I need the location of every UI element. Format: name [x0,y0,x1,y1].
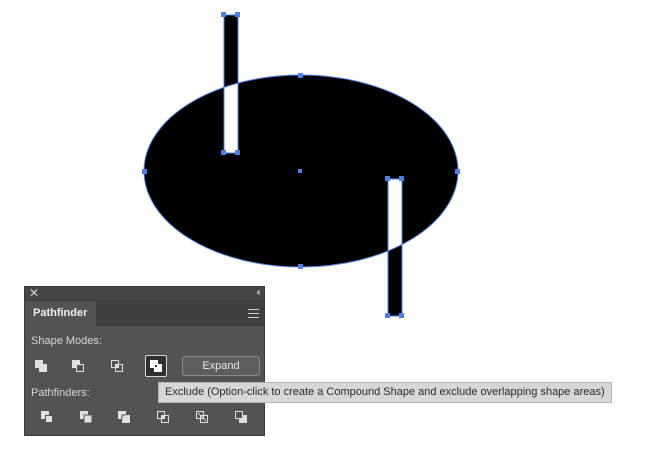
collapse-panel-icon[interactable]: ‹‹ [256,286,260,300]
minus-front-button[interactable] [67,355,89,377]
unite-icon [35,360,47,372]
intersect-icon [111,360,123,372]
outline-button[interactable] [191,406,213,428]
minus-front-icon [72,360,84,372]
pathfinder-panel: ✕ ‹‹ Pathfinder Shape Modes: Expand Path… [24,286,265,436]
compound-shape[interactable] [144,15,458,316]
exclude-button[interactable] [145,355,167,377]
shape-modes-label: Shape Modes: [31,335,102,347]
panel-menu-icon[interactable] [248,309,259,318]
close-icon[interactable]: ✕ [29,286,39,300]
crop-icon [157,411,169,423]
exclude-icon [150,360,162,372]
tab-pathfinder[interactable]: Pathfinder [25,301,96,326]
crop-button[interactable] [152,406,174,428]
panel-tab-strip: Pathfinder [25,301,264,326]
trim-button[interactable] [75,406,97,428]
merge-icon [118,411,130,423]
merge-button[interactable] [113,406,135,428]
minus-back-button[interactable] [230,406,252,428]
expand-button[interactable]: Expand [182,356,260,376]
divide-icon [41,411,53,423]
outline-icon [196,411,208,423]
pathfinders-label: Pathfinders: [31,387,90,399]
panel-titlebar[interactable]: ✕ ‹‹ [25,286,264,301]
unite-button[interactable] [30,355,52,377]
divide-button[interactable] [36,406,58,428]
minus-back-icon [235,411,247,423]
trim-icon [80,411,93,424]
exclude-tooltip: Exclude (Option-click to create a Compou… [158,382,612,403]
intersect-button[interactable] [106,355,128,377]
